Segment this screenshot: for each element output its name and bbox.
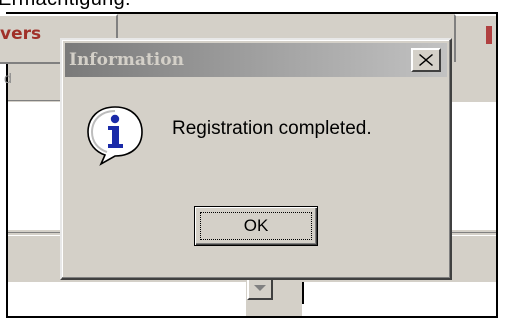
dialog-titlebar[interactable]: Information (65, 43, 447, 77)
background-window-title: vers (0, 24, 42, 44)
info-icon (87, 106, 143, 166)
chevron-down-icon (254, 285, 266, 291)
dialog-title: Information (69, 50, 184, 70)
close-button[interactable] (411, 48, 441, 72)
close-icon (419, 54, 433, 66)
background-subtitle: d (4, 70, 12, 86)
background-separator-lower (8, 232, 60, 236)
background-field-left[interactable] (8, 282, 246, 316)
background-content-area-right (452, 102, 496, 230)
information-dialog: Information Registration completed. OK (60, 38, 452, 280)
background-divider (302, 282, 304, 304)
dialog-message: Registration completed. (172, 118, 372, 139)
background-accent-mark (486, 26, 492, 44)
page-caption: Ermächtigung: (0, 0, 131, 11)
ok-button-label: OK (243, 216, 269, 235)
background-field-right[interactable] (302, 282, 496, 316)
ok-button[interactable]: OK (194, 206, 318, 246)
background-separator-lower-right (452, 232, 496, 236)
background-content-area (8, 102, 60, 230)
